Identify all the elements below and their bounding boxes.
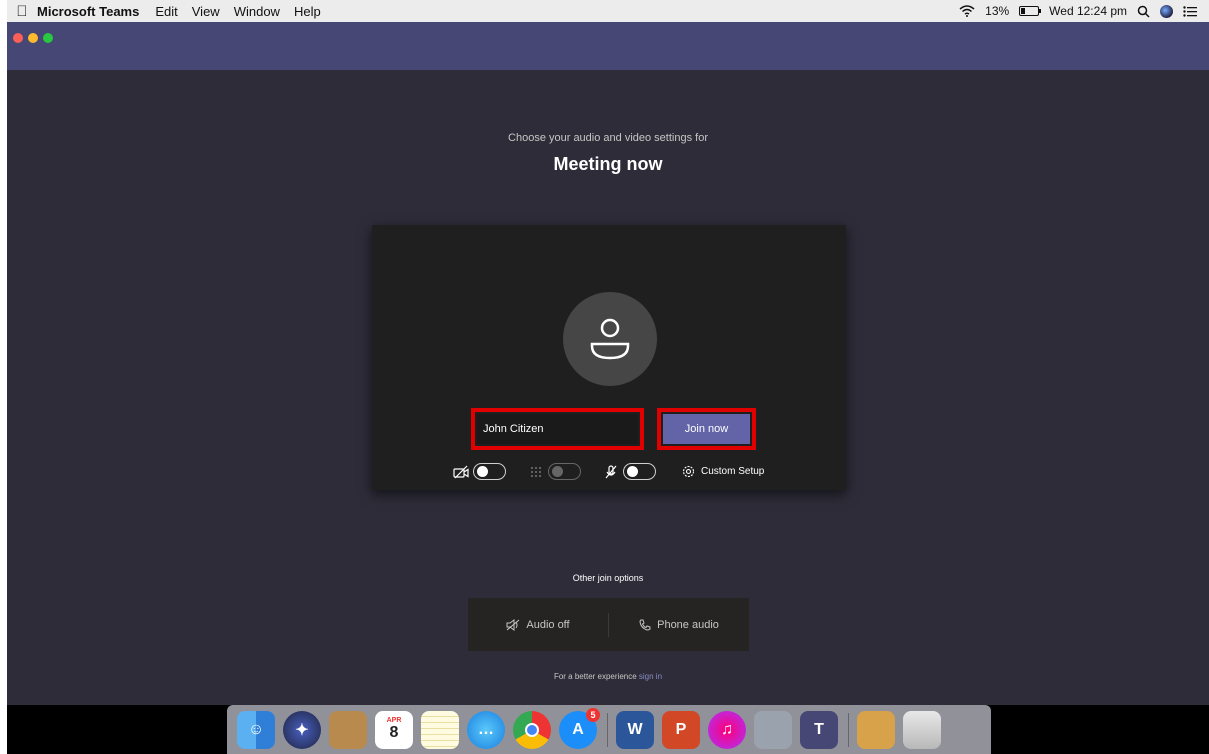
window-titlebar — [7, 22, 1209, 70]
calendar-day: 8 — [389, 724, 399, 741]
sign-in-link[interactable]: sign in — [639, 672, 662, 681]
audio-off-option[interactable]: Audio off — [468, 598, 608, 651]
person-icon — [590, 318, 630, 360]
menu-window[interactable]: Window — [234, 4, 280, 19]
microphone-control — [603, 463, 656, 480]
avatar — [563, 292, 657, 386]
app-store-icon[interactable]: A 5 — [559, 707, 600, 749]
meeting-title: Meeting now — [553, 154, 663, 174]
join-now-button[interactable]: Join now — [663, 414, 750, 444]
device-controls: Custom Setup — [453, 463, 764, 480]
contacts-icon[interactable] — [329, 710, 367, 749]
teams-icon[interactable]: T — [800, 710, 838, 749]
menu-view[interactable]: View — [192, 4, 220, 19]
minimize-window-button[interactable] — [28, 33, 38, 43]
camera-off-icon — [453, 465, 469, 478]
trash-icon[interactable] — [903, 710, 941, 749]
gear-icon — [682, 465, 695, 478]
teams-window: Choose your audio and video settings for… — [7, 22, 1209, 705]
better-experience-text: For a better experience — [553, 672, 637, 681]
camera-toggle[interactable] — [473, 463, 506, 480]
siri-icon[interactable] — [1160, 4, 1173, 18]
chrome-icon[interactable] — [513, 710, 551, 749]
app-store-badge: 5 — [586, 707, 600, 722]
apple-menu-icon[interactable]:  — [7, 3, 37, 20]
finder-icon[interactable]: ☺ — [237, 710, 275, 749]
name-field-highlight — [471, 408, 644, 450]
menu-help[interactable]: Help — [294, 4, 321, 19]
calendar-month: APR — [386, 717, 402, 724]
itunes-icon[interactable]: ♫ — [708, 710, 746, 749]
preview-icon[interactable] — [754, 710, 792, 749]
custom-setup-label: Custom Setup — [701, 466, 765, 477]
siri-app-icon[interactable]: ✦ — [283, 710, 321, 749]
wifi-icon[interactable] — [959, 5, 975, 17]
macos-dock: ☺ ✦ APR 8 … A 5 W P ♫ T — [227, 705, 991, 754]
maximize-window-button[interactable] — [43, 33, 53, 43]
join-button-highlight: Join now — [657, 408, 756, 450]
notes-icon[interactable] — [421, 710, 459, 749]
custom-setup-button[interactable]: Custom Setup — [682, 465, 764, 478]
phone-icon — [639, 619, 651, 631]
phone-audio-option[interactable]: Phone audio — [609, 598, 749, 651]
other-join-options-heading: Other join options — [572, 573, 644, 583]
name-input[interactable] — [477, 414, 638, 444]
camera-control — [453, 463, 506, 480]
battery-icon[interactable] — [1019, 6, 1042, 16]
microphone-off-icon — [605, 464, 617, 478]
battery-percent: 13% — [985, 4, 1010, 18]
background-blur-icon — [531, 466, 541, 477]
video-preview-card: Join now — [372, 225, 846, 490]
screen:  Microsoft Teams Edit View Window Help … — [0, 0, 1209, 754]
status-area: 13% Wed 12:24 pm — [959, 4, 1209, 18]
messages-icon[interactable]: … — [467, 710, 505, 749]
other-join-options-panel: Audio off Phone audio — [468, 598, 749, 651]
word-icon[interactable]: W — [616, 710, 654, 749]
background-blur-toggle[interactable] — [548, 463, 581, 480]
menu-edit[interactable]: Edit — [155, 4, 177, 19]
background-blur-control — [528, 463, 581, 480]
prejoin-subtitle: Choose your audio and video settings for — [508, 132, 708, 144]
calendar-icon[interactable]: APR 8 — [375, 710, 413, 749]
microphone-toggle[interactable] — [623, 463, 656, 480]
macos-menubar:  Microsoft Teams Edit View Window Help … — [7, 0, 1209, 22]
spotlight-search-icon[interactable] — [1137, 5, 1150, 18]
powerpoint-icon[interactable]: P — [662, 710, 700, 749]
dock-separator — [607, 712, 608, 747]
notification-center-icon[interactable] — [1183, 5, 1197, 17]
audio-off-label: Audio off — [526, 618, 570, 631]
sign-in-prompt: For a better experience sign in — [7, 672, 1209, 681]
clock[interactable]: Wed 12:24 pm — [1049, 4, 1127, 18]
chrome-center-icon — [525, 722, 539, 737]
phone-audio-label: Phone audio — [657, 618, 719, 631]
archive-utility-icon[interactable] — [857, 710, 895, 749]
close-window-button[interactable] — [13, 33, 23, 43]
dock-separator-2 — [848, 712, 849, 747]
speaker-off-icon — [506, 618, 520, 631]
app-menu[interactable]: Microsoft Teams — [37, 4, 139, 19]
